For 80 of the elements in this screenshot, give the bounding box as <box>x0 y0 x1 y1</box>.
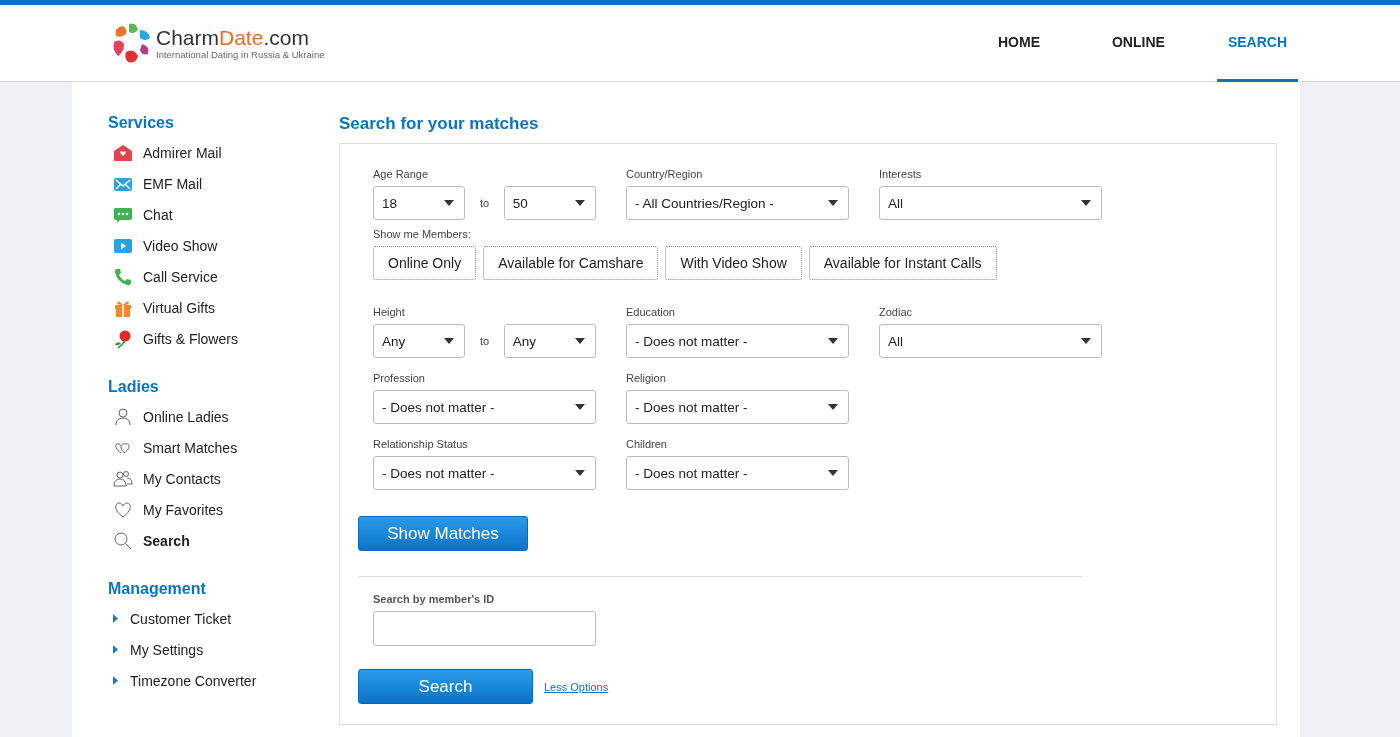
logo-name: CharmDate.com <box>156 26 310 49</box>
search-button[interactable]: Search <box>358 669 533 704</box>
section-title: Services <box>108 114 175 132</box>
dropdown[interactable]: - Does not matter - <box>626 390 849 424</box>
dropdown[interactable]: 50 <box>503 186 596 220</box>
people-icon <box>113 468 133 489</box>
sidebar-item[interactable]: EMF Mail <box>108 168 339 199</box>
search-icon <box>113 530 133 551</box>
field-label: Relationship Status <box>373 438 469 450</box>
rose-icon <box>113 328 133 349</box>
triangle-icon <box>113 614 118 623</box>
triangle-icon <box>113 645 118 654</box>
field-label: Search by member's ID <box>373 593 496 605</box>
less-options-link[interactable]: Less Options <box>544 680 609 693</box>
caret-icon <box>575 470 585 476</box>
sidebar-item[interactable]: Chat <box>108 199 339 230</box>
dropdown[interactable]: - Does not matter - <box>373 390 596 424</box>
nav-tab[interactable]: HOME <box>950 5 1064 82</box>
nav-tab[interactable]: ONLINE <box>1064 5 1189 82</box>
caret-icon <box>444 338 455 344</box>
sidebar-item[interactable]: Customer Ticket <box>108 603 339 634</box>
logo-tagline: International Dating in Russia & Ukraine <box>156 48 325 60</box>
sidebar-item[interactable]: My Favorites <box>108 494 339 525</box>
member-id-input[interactable] <box>373 611 596 646</box>
caret-icon <box>1081 200 1091 206</box>
field-label: Zodiac <box>879 306 914 318</box>
sidebar-item[interactable]: Online Ladies <box>108 401 339 432</box>
sidebar-item[interactable]: Call Service <box>108 261 339 292</box>
caret-icon <box>828 404 838 410</box>
caret-icon <box>828 200 838 206</box>
dropdown[interactable]: All <box>879 324 1102 358</box>
caret-icon <box>575 338 585 344</box>
sidebar-item[interactable]: Virtual Gifts <box>108 292 339 323</box>
heart-icon <box>113 499 133 520</box>
dropdown[interactable]: - Does not matter - <box>626 324 849 358</box>
envelope-heart-icon <box>113 142 133 163</box>
sidebar-item[interactable]: My Contacts <box>108 463 339 494</box>
filter-toggle-button[interactable]: Available for Camshare <box>483 246 659 280</box>
sidebar-item[interactable]: My Settings <box>108 634 339 665</box>
field-label: Education <box>626 306 676 318</box>
logo-icon <box>112 22 152 64</box>
field-label: Show me Members: <box>373 228 472 240</box>
section-title: Ladies <box>108 378 160 396</box>
sidebar-item[interactable]: Gifts & Flowers <box>108 323 339 354</box>
field-label: Country/Region <box>626 168 704 180</box>
dropdown[interactable]: All <box>879 186 1102 220</box>
sidebar-item[interactable]: Smart Matches <box>108 432 339 463</box>
field-label: Age Range <box>373 168 430 180</box>
dropdown[interactable]: - Does not matter - <box>373 456 596 490</box>
person-icon <box>113 406 133 427</box>
dropdown[interactable]: - All Countries/Region - <box>626 186 849 220</box>
caret-icon <box>444 200 455 206</box>
page-title: Search for your matches <box>339 114 540 134</box>
field-label: Children <box>626 438 668 450</box>
dropdown[interactable]: Any <box>503 324 596 358</box>
field-label: Profession <box>373 372 426 384</box>
sidebar-item[interactable]: Timezone Converter <box>108 665 339 696</box>
field-label: Religion <box>626 372 667 384</box>
field-label: Height <box>373 306 406 318</box>
range-separator: to <box>478 335 491 347</box>
caret-icon <box>1081 338 1091 344</box>
dropdown[interactable]: 18 <box>373 186 466 220</box>
caret-icon <box>575 404 585 410</box>
sidebar-item[interactable]: Admirer Mail <box>108 137 339 168</box>
dropdown[interactable]: Any <box>373 324 466 358</box>
caret-icon <box>575 200 585 206</box>
dropdown[interactable]: - Does not matter - <box>626 456 849 490</box>
caret-icon <box>828 338 838 344</box>
sidebar-item[interactable]: Video Show <box>108 230 339 261</box>
caret-icon <box>828 470 838 476</box>
show-matches-button[interactable]: Show Matches <box>358 516 528 551</box>
sidebar-item[interactable]: Search <box>108 525 339 556</box>
field-label: Interests <box>879 168 923 180</box>
phone-icon <box>113 266 133 287</box>
filter-toggle-button[interactable]: With Video Show <box>665 246 802 280</box>
section-title: Management <box>108 580 207 598</box>
filter-toggle-button[interactable]: Online Only <box>373 246 477 280</box>
triangle-icon <box>113 676 118 685</box>
range-separator: to <box>478 197 491 209</box>
filter-toggle-button[interactable]: Available for Instant Calls <box>808 246 997 280</box>
